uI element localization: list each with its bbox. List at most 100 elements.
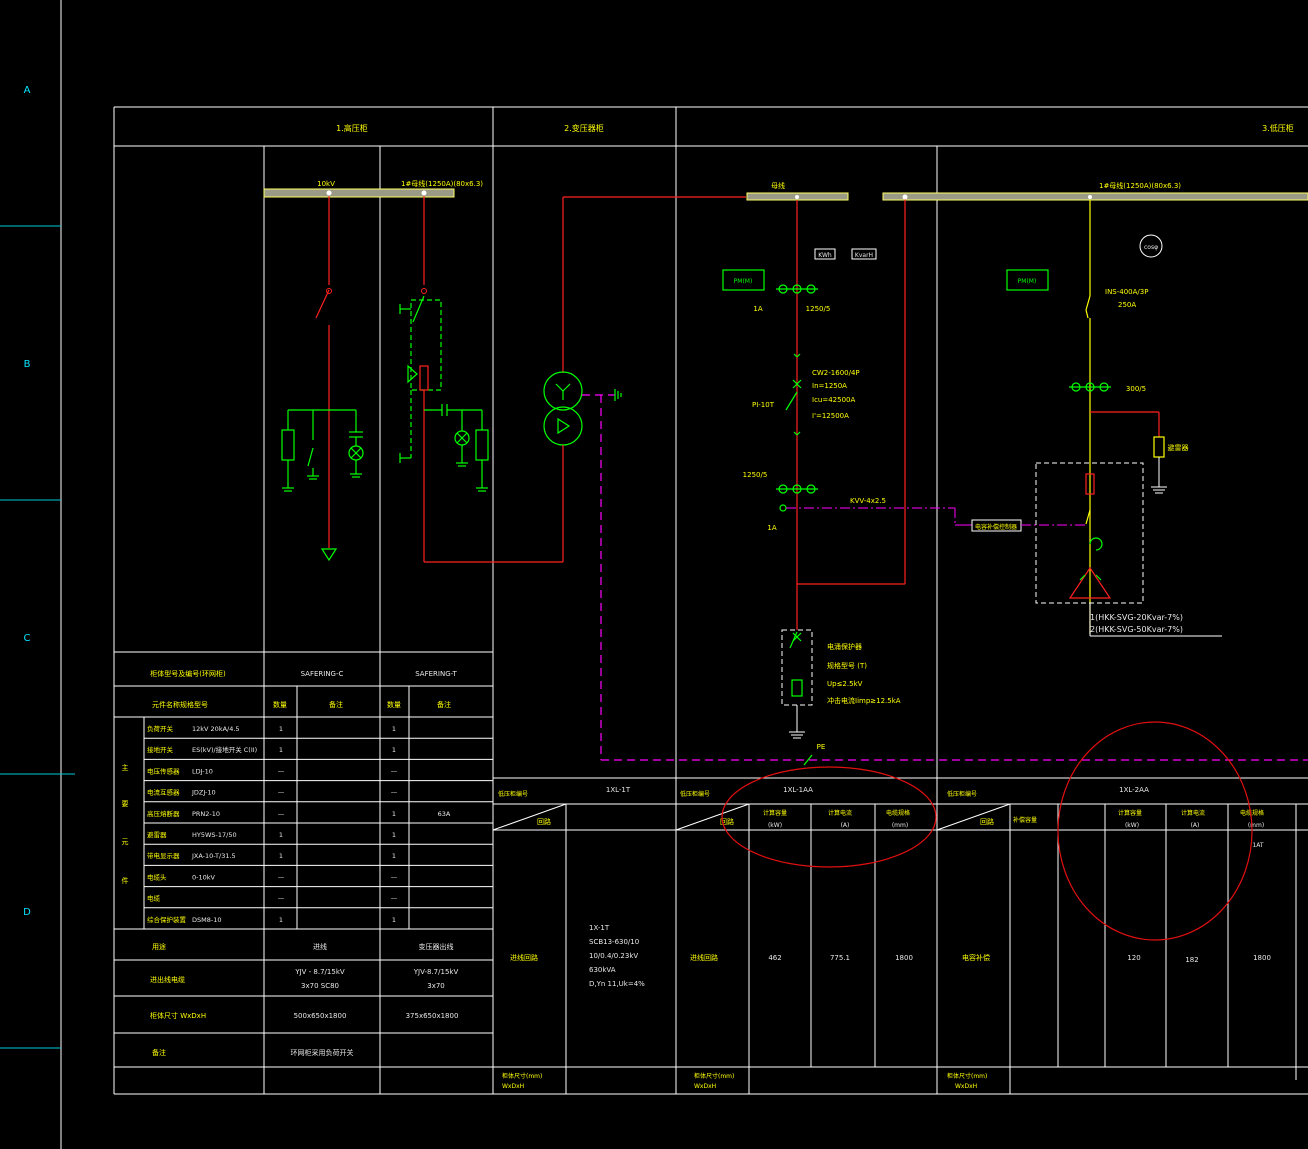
panel3-sub: 回路 xyxy=(980,817,994,826)
hv-row-spec: HY5WS-17/50 xyxy=(192,831,237,839)
p3-col3-b: (mm) xyxy=(1248,822,1264,829)
breaker-spec-1: CW2-1600/4P xyxy=(812,369,860,377)
control-cable-label: KVV-4x2.5 xyxy=(850,497,886,505)
cap-switch-line-2: 250A xyxy=(1118,301,1136,309)
hv-row-qty1: — xyxy=(278,895,285,903)
hv-sub-remark-2: 备注 xyxy=(437,700,451,709)
hv-row-qty2: — xyxy=(391,767,398,775)
border-row-b: B xyxy=(24,359,31,370)
hv-row-spec: ES(kV)/接地开关 C(II) xyxy=(192,745,257,754)
kvarh-tag: KvarH xyxy=(855,252,873,259)
hv-row-name: 高压熔断器 xyxy=(147,809,180,818)
p3-value-2: 182 xyxy=(1185,956,1198,964)
hv-row-qty2: 1 xyxy=(392,746,396,754)
use-c1: 进线 xyxy=(313,942,327,951)
hv-row-qty1: — xyxy=(278,810,285,818)
transformer-line-4: 630kVA xyxy=(589,966,616,974)
hv-row-spec: DSM8-10 xyxy=(192,916,222,924)
kwh-tag: KWh xyxy=(818,252,832,259)
breaker-spec-2: In=1250A xyxy=(812,382,847,390)
section-title-transformer: 2.变压器柜 xyxy=(564,123,604,133)
hv-bus-label-right: 1#母线(1250A)(80x6.3) xyxy=(401,179,483,188)
panel1-id: 1XL-1T xyxy=(606,786,631,794)
hv-row-qty1: 1 xyxy=(279,852,283,860)
dim-label-1: 柜体尺寸(mm) xyxy=(502,1072,542,1080)
panel2-label: 低压柜编号 xyxy=(680,790,710,798)
section-title-hv: 1.高压柜 xyxy=(336,123,368,133)
group-char-2: 要 xyxy=(122,800,129,808)
ct1-label-left: 1A xyxy=(753,305,762,313)
lv-busbar-main xyxy=(882,192,1308,201)
hv-row-qty2: — xyxy=(391,789,398,797)
size-c1: 500x650x1800 xyxy=(294,1012,347,1020)
cable-c2-line-2: 3x70 xyxy=(427,982,445,990)
hv-cabinet-c-schematic xyxy=(281,190,364,562)
hv-row-spec: PRN2-10 xyxy=(192,810,220,818)
panel2-id: 1XL-1AA xyxy=(783,786,813,794)
group-char-3: 元 xyxy=(122,838,129,846)
electrical-schematic-drawing: A B C D 1.高压柜 2.变压器柜 3.低压柜 10kV 1#母线(125… xyxy=(0,0,1308,1149)
p3-col3-a: 电缆规格 xyxy=(1240,809,1264,817)
p2-col3-b: (mm) xyxy=(892,822,908,829)
cap-switch-line-1: INS-400A/3P xyxy=(1105,288,1148,296)
hv-row-name: 电缆 xyxy=(147,894,161,903)
panel3-label: 低压柜编号 xyxy=(947,790,977,798)
size-c2: 375x650x1800 xyxy=(406,1012,459,1020)
lv-capacitor-schematic: INS-400A/3P 250A PM(M) cosφ 300/5 避雷器 1(… xyxy=(1006,195,1222,637)
panel3-id: 1XL-2AA xyxy=(1119,786,1149,794)
section-title-lv: 3.低压柜 xyxy=(1262,123,1294,133)
hv-row-qty1: — xyxy=(278,873,285,881)
group-char-1: 主 xyxy=(122,763,129,772)
hv-table-header-component: 元件名称规格型号 xyxy=(152,700,208,709)
pe-label: PE xyxy=(817,743,826,751)
p3-col2-b: (A) xyxy=(1191,822,1200,829)
hv-row-remark2: 63A xyxy=(438,810,451,818)
hv-row-spec: LDJ-10 xyxy=(192,767,213,775)
use-c2: 变压器出线 xyxy=(419,942,454,951)
row-label-3: 电容补偿 xyxy=(962,953,990,962)
p2-value-3: 1800 xyxy=(895,954,913,962)
ct1-label-right: 1250/5 xyxy=(806,305,831,313)
cable-c2-line-1: YJV-8.7/15kV xyxy=(413,968,459,976)
breaker-spec-4: I'=12500A xyxy=(812,412,849,420)
row-label-2: 进线回路 xyxy=(690,953,718,962)
p2-value-2: 775.1 xyxy=(830,954,850,962)
main-frame xyxy=(113,106,1308,1095)
lv-bus-label-left: 母线 xyxy=(771,181,785,190)
hv-row-name: 综合保护装置 xyxy=(147,915,187,924)
breaker-spec-3: Icu=42500A xyxy=(812,396,855,404)
hv-row-qty1: 1 xyxy=(279,746,283,754)
transformer-line-3: 10/0.4/0.23kV xyxy=(589,952,638,960)
cable-c1-line-1: YJV - 8.7/15kV xyxy=(294,968,345,976)
hv-row-name: 带电显示器 xyxy=(147,851,180,860)
ct2-side-label: 1A xyxy=(767,524,776,532)
transformer-line-2: SCB13-630/10 xyxy=(589,938,639,946)
hv-sub-qty-1: 数量 xyxy=(273,700,287,709)
p3-value-3: 1800 xyxy=(1253,954,1271,962)
hv-cabinet-table: 柜体型号及编号(环网柜) SAFERING-C SAFERING-T 元件名称规… xyxy=(114,651,493,1068)
row-label-1: 进线回路 xyxy=(510,953,538,962)
p3-col1-a: 计算容量 xyxy=(1118,809,1142,817)
hv-row-qty1: 1 xyxy=(279,725,283,733)
border-row-a: A xyxy=(24,85,31,96)
p2-col1-a: 计算容量 xyxy=(763,809,787,817)
hv-row-qty2: 1 xyxy=(392,810,396,818)
p3-value-1: 120 xyxy=(1127,954,1140,962)
arrester-label: 避雷器 xyxy=(1168,443,1189,452)
cosphi-meter: cosφ xyxy=(1144,244,1158,251)
hv-row-name: 电流互感器 xyxy=(147,788,180,797)
transformer-symbol xyxy=(543,196,1308,761)
transformer-line-5: D,Yn 11,Uk=4% xyxy=(589,980,645,988)
lv-bus-label-right: 1#母线(1250A)(80x6.3) xyxy=(1099,181,1181,190)
size-label: 柜体尺寸 WxDxH xyxy=(150,1011,206,1020)
group-char-4: 件 xyxy=(122,876,129,885)
hv-table-header-model: 柜体型号及编号(环网柜) xyxy=(150,669,226,678)
hv-row-spec: JXA-10-T/31.5 xyxy=(191,852,236,860)
dim-sub-2: WxDxH xyxy=(694,1083,716,1090)
hv-row-spec: JDZJ-10 xyxy=(191,789,216,797)
hv-row-qty2: 1 xyxy=(392,831,396,839)
spd-line-2: 规格型号 (T) xyxy=(827,661,867,670)
hv-row-name: 电缆头 xyxy=(147,872,167,881)
p2-col2-b: (A) xyxy=(841,822,850,829)
dim-label-2: 柜体尺寸(mm) xyxy=(694,1072,734,1080)
